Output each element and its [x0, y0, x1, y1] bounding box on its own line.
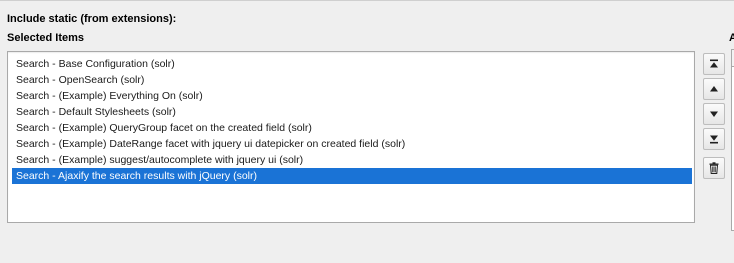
move-up-button[interactable] — [703, 78, 725, 100]
move-to-top-button[interactable] — [703, 53, 725, 75]
move-to-top-icon — [710, 59, 718, 68]
section-title: Include static (from extensions): — [7, 13, 177, 25]
list-item[interactable]: Search - OpenSearch (solr) — [12, 72, 692, 88]
list-item[interactable]: Search - (Example) DateRange facet with … — [12, 136, 692, 152]
move-down-icon — [710, 111, 718, 117]
trash-icon — [709, 162, 719, 174]
move-to-bottom-icon — [710, 135, 718, 144]
selected-items-label: Selected Items — [7, 32, 85, 44]
list-item[interactable]: Search - (Example) Everything On (solr) — [12, 88, 692, 104]
list-item[interactable]: Search - Default Stylesheets (solr) — [12, 104, 692, 120]
move-down-button[interactable] — [703, 103, 725, 125]
list-item-selected[interactable]: Search - Ajaxify the search results with… — [12, 168, 692, 184]
selected-items-listbox[interactable]: Search - Base Configuration (solr) Searc… — [7, 51, 695, 223]
available-items-label: A — [729, 32, 734, 44]
top-divider — [0, 0, 734, 1]
move-to-bottom-button[interactable] — [703, 128, 725, 150]
remove-button[interactable] — [703, 157, 725, 179]
list-item[interactable]: Search - (Example) QueryGroup facet on t… — [12, 120, 692, 136]
list-item[interactable]: Search - Base Configuration (solr) — [12, 56, 692, 72]
order-controls — [703, 53, 725, 182]
move-up-icon — [710, 86, 718, 92]
list-item[interactable]: Search - (Example) suggest/autocomplete … — [12, 152, 692, 168]
